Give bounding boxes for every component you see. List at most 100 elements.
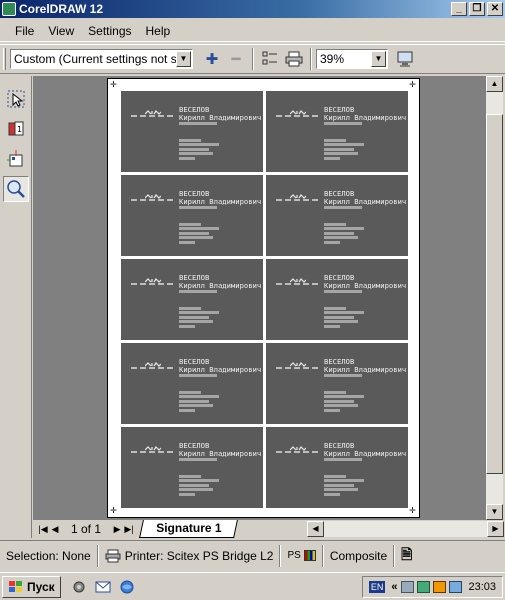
card-fullname: Кирилл Владимирович xyxy=(324,197,407,206)
add-preset-icon[interactable]: ✚ xyxy=(201,48,223,70)
next-page-icon[interactable]: ▶ xyxy=(111,522,123,536)
company-logo-icon xyxy=(289,274,307,283)
network-icon[interactable] xyxy=(401,581,415,593)
close-button[interactable]: ✕ xyxy=(487,2,503,16)
tab-signature[interactable]: Signature 1 xyxy=(139,520,239,538)
card-divider xyxy=(131,283,173,285)
card-text-line xyxy=(324,236,358,239)
document-icon[interactable]: 🗎 xyxy=(395,544,418,568)
registration-mark-icon: ✛ xyxy=(409,506,416,515)
card-text-line xyxy=(179,409,195,412)
card-text-line xyxy=(324,458,362,461)
browser-icon[interactable] xyxy=(117,577,137,597)
outlook-express-icon[interactable] xyxy=(93,577,113,597)
full-screen-preview-icon[interactable] xyxy=(394,48,416,70)
pick-tool-icon[interactable] xyxy=(3,86,29,112)
language-indicator[interactable]: EN xyxy=(368,581,386,593)
menu-settings[interactable]: Settings xyxy=(81,24,138,38)
settings-icon[interactable] xyxy=(69,577,89,597)
toolbar-grip[interactable] xyxy=(3,48,6,70)
card-text-line xyxy=(324,325,340,328)
marks-placement-tool-icon[interactable] xyxy=(3,146,29,172)
card-text-line xyxy=(179,475,201,478)
card-divider xyxy=(131,199,173,201)
scroll-left-button[interactable]: ◀ xyxy=(307,521,324,537)
card-text-line xyxy=(179,488,213,491)
card-text-line xyxy=(324,152,358,155)
volume-icon[interactable] xyxy=(449,581,463,593)
print-page: ВЕСЕЛОВ Кирилл Владимирович ВЕСЕЛОВ Кирилл … xyxy=(107,78,420,518)
imposition-layout-tool-icon[interactable]: 1 xyxy=(3,116,29,142)
card-text-line xyxy=(179,374,217,377)
card-text-line xyxy=(324,122,362,125)
card-text-line xyxy=(179,404,213,407)
card-text-line xyxy=(324,227,364,230)
card-text-line xyxy=(324,148,354,151)
previous-page-icon[interactable]: ◀ xyxy=(49,522,61,536)
business-card: ВЕСЕЛОВ Кирилл Владимирович xyxy=(266,343,408,424)
card-text-line xyxy=(324,391,346,394)
zoom-tool-icon[interactable] xyxy=(3,176,29,202)
business-card: ВЕСЕЛОВ Кирилл Владимирович xyxy=(121,343,263,424)
vertical-scroll-thumb[interactable] xyxy=(486,114,503,474)
first-page-icon[interactable]: |◀ xyxy=(37,522,49,536)
display-icon[interactable] xyxy=(417,581,431,593)
printer-icon xyxy=(105,549,121,562)
card-text-line xyxy=(179,325,195,328)
card-divider xyxy=(276,283,318,285)
card-text-line xyxy=(179,139,201,142)
chevron-down-icon[interactable]: ▼ xyxy=(371,51,386,67)
horizontal-scrollbar[interactable]: ◀ ▶ xyxy=(307,521,504,537)
menu-help[interactable]: Help xyxy=(139,24,178,38)
card-text-line xyxy=(179,152,213,155)
card-text-line xyxy=(324,139,346,142)
toolbox: 1 xyxy=(0,76,32,538)
menu-file[interactable]: File xyxy=(8,24,41,38)
remove-preset-icon[interactable]: ━ xyxy=(225,48,247,70)
scroll-down-button[interactable]: ▼ xyxy=(486,504,503,520)
system-tray: EN « 23:03 xyxy=(361,576,503,598)
composite-status[interactable]: Composite xyxy=(324,549,393,563)
card-divider xyxy=(276,367,318,369)
page-indicator: 1 of 1 xyxy=(71,522,102,536)
menu-view[interactable]: View xyxy=(41,24,81,38)
windows-logo-icon xyxy=(9,580,22,592)
maximize-button[interactable]: ❐ xyxy=(469,2,485,16)
business-card: ВЕСЕЛОВ Кирилл Владимирович xyxy=(121,427,263,508)
company-logo-icon xyxy=(289,190,307,199)
last-page-icon[interactable]: ▶| xyxy=(123,522,135,536)
printer-label: Printer: Scitex PS Bridge L2 xyxy=(124,548,274,563)
zoom-select[interactable]: 39% ▼ xyxy=(316,49,388,69)
printer-icon[interactable] xyxy=(283,48,305,70)
business-card: ВЕСЕЛОВ Кирилл Владимирович xyxy=(266,427,408,508)
start-button[interactable]: Пуск xyxy=(2,575,61,598)
card-text-line xyxy=(179,316,209,319)
card-text-line xyxy=(179,479,219,482)
card-text-line xyxy=(179,227,219,230)
print-options-icon[interactable] xyxy=(259,48,281,70)
company-logo-icon xyxy=(144,190,162,199)
card-fullname: Кирилл Владимирович xyxy=(179,281,262,290)
printer-status[interactable]: Printer: Scitex PS Bridge L2 xyxy=(99,549,280,563)
card-text-line xyxy=(179,400,209,403)
card-fullname: Кирилл Владимирович xyxy=(324,113,407,122)
business-card: ВЕСЕЛОВ Кирилл Владимирович xyxy=(121,175,263,256)
scroll-right-button[interactable]: ▶ xyxy=(487,521,504,537)
page-navigation-bar: |◀ ◀ 1 of 1 ▶ ▶| Signature 1 ◀ ▶ xyxy=(33,520,504,538)
title-bar: CorelDRAW 12 _ ❐ ✕ xyxy=(0,0,505,18)
card-text-line xyxy=(179,458,217,461)
update-icon[interactable] xyxy=(433,581,447,593)
preview-canvas[interactable]: ВЕСЕЛОВ Кирилл Владимирович ВЕСЕЛОВ Кирилл … xyxy=(33,76,486,520)
scroll-up-button[interactable]: ▲ xyxy=(486,76,503,92)
chevron-down-icon[interactable]: ▼ xyxy=(176,51,191,67)
postscript-status[interactable]: PS xyxy=(281,550,321,561)
minimize-button[interactable]: _ xyxy=(451,2,467,16)
print-preset-select[interactable]: Custom (Current settings not s... ▼ xyxy=(10,49,193,69)
card-text-line xyxy=(179,236,213,239)
company-logo-icon xyxy=(144,442,162,451)
tray-expand-icon[interactable]: « xyxy=(391,581,397,593)
color-bars-icon xyxy=(303,550,316,561)
card-divider xyxy=(131,115,173,117)
card-text-line xyxy=(179,311,219,314)
vertical-scrollbar[interactable]: ▲ ▼ xyxy=(486,76,503,520)
